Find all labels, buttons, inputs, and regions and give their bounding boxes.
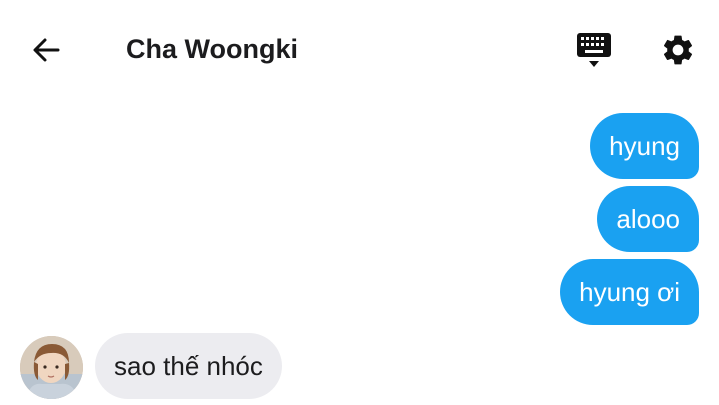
settings-button[interactable] bbox=[656, 28, 700, 72]
outgoing-message[interactable]: hyung bbox=[590, 113, 699, 179]
outgoing-message[interactable]: alooo bbox=[597, 186, 699, 252]
message-text: alooo bbox=[616, 204, 680, 234]
back-button[interactable] bbox=[26, 30, 66, 70]
arrow-left-icon bbox=[33, 38, 60, 62]
chat-header: Cha Woongki bbox=[0, 0, 719, 96]
outgoing-message[interactable]: hyung ơi bbox=[560, 259, 699, 325]
conversation-title[interactable]: Cha Woongki bbox=[126, 31, 298, 67]
keyboard-icon bbox=[577, 33, 611, 67]
gear-icon bbox=[663, 35, 693, 65]
chat-screen: Cha Woongki hyung alooo hyung ơi sao thế… bbox=[0, 0, 719, 405]
message-text: hyung bbox=[609, 131, 680, 161]
avatar[interactable] bbox=[20, 336, 83, 399]
avatar-photo bbox=[20, 336, 83, 399]
message-text: hyung ơi bbox=[579, 277, 680, 307]
incoming-message[interactable]: sao thế nhóc bbox=[95, 333, 282, 399]
keyboard-button[interactable] bbox=[572, 28, 616, 72]
message-text: sao thế nhóc bbox=[114, 351, 263, 381]
